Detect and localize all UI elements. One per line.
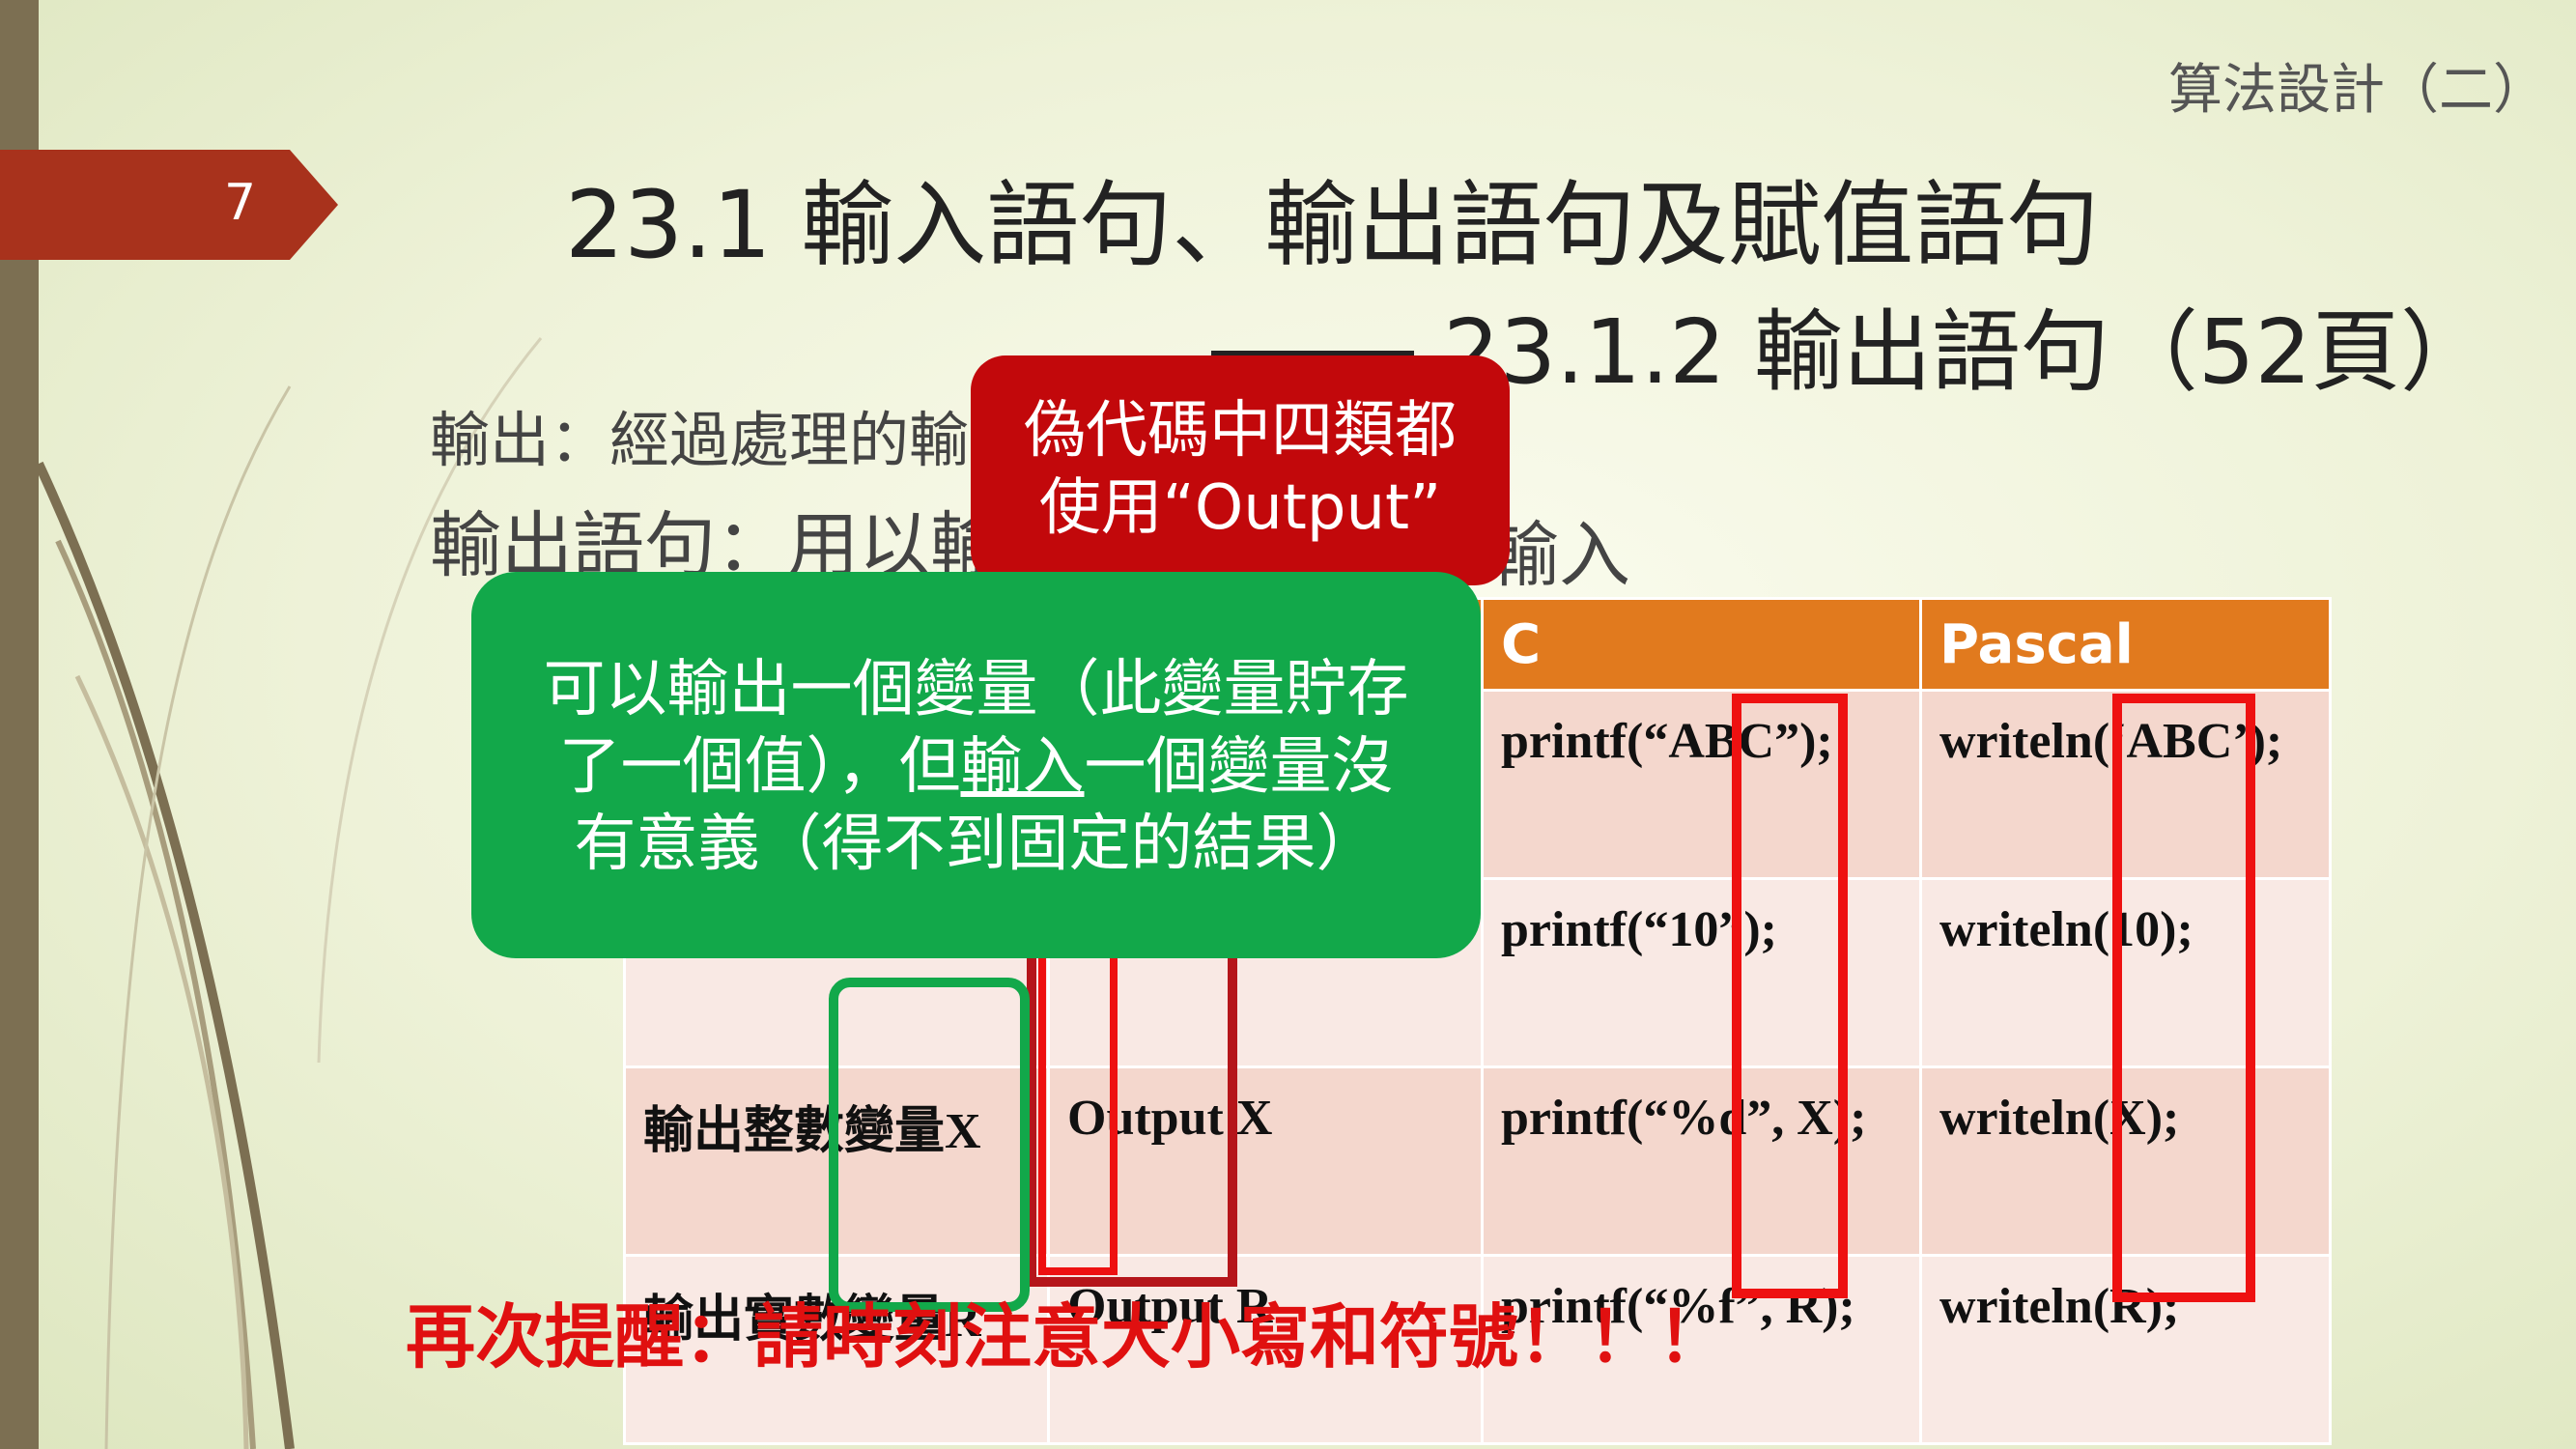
slide-number: 7	[224, 174, 257, 232]
callout-pseudocode-output: 偽代碼中四類都 使用“Output”	[971, 355, 1510, 585]
callout-variable-note: 可以輸出一個變量（此變量貯存 了一個值），但輸入一個變量沒 有意義（得不到固定的…	[471, 572, 1481, 958]
callout-green-line3: 有意義（得不到固定的結果）	[574, 809, 1378, 880]
callout-red-line2: 使用“Output”	[1038, 472, 1442, 544]
callout-green-line2-b: 一個變量沒	[1084, 731, 1394, 803]
highlight-box-output-inner	[1038, 937, 1118, 1275]
course-title: 算法設計（二）	[2168, 59, 2547, 122]
table-header-pascal: Pascal	[1919, 597, 2332, 692]
slide-subtitle-text: 23.1.2 輸出語句（52頁）	[1443, 300, 2489, 404]
slide-number-tag	[0, 150, 338, 260]
table-header-c: C	[1481, 597, 1922, 692]
callout-green-line1: 可以輸出一個變量（此變量貯存	[543, 654, 1409, 725]
table-cell: printf(“%d”, X);	[1481, 1065, 1922, 1257]
slide-title: 23.1 輸入語句、輸出語句及賦值語句	[565, 171, 2100, 279]
callout-green-line2: 了一個值），但輸入一個變量沒	[471, 728, 1481, 806]
table-cell: printf(“ABC”);	[1481, 689, 1922, 880]
reminder-text: 再次提醒：請時刻注意大小寫和符號！！！	[406, 1296, 1728, 1378]
callout-red-line1: 偽代碼中四類都	[1024, 395, 1457, 467]
callout-green-line2-a: 了一個值），但	[558, 731, 961, 803]
callout-green-underlined-input: 輸入	[960, 731, 1085, 803]
body-line-output: 輸出：經過處理的輸	[430, 405, 970, 475]
highlight-box-c-quote	[1732, 694, 1848, 1298]
table-cell: printf(“10”);	[1481, 877, 1922, 1068]
highlight-box-variable-label	[829, 978, 1030, 1312]
highlight-box-pascal-quote	[2112, 694, 2255, 1302]
